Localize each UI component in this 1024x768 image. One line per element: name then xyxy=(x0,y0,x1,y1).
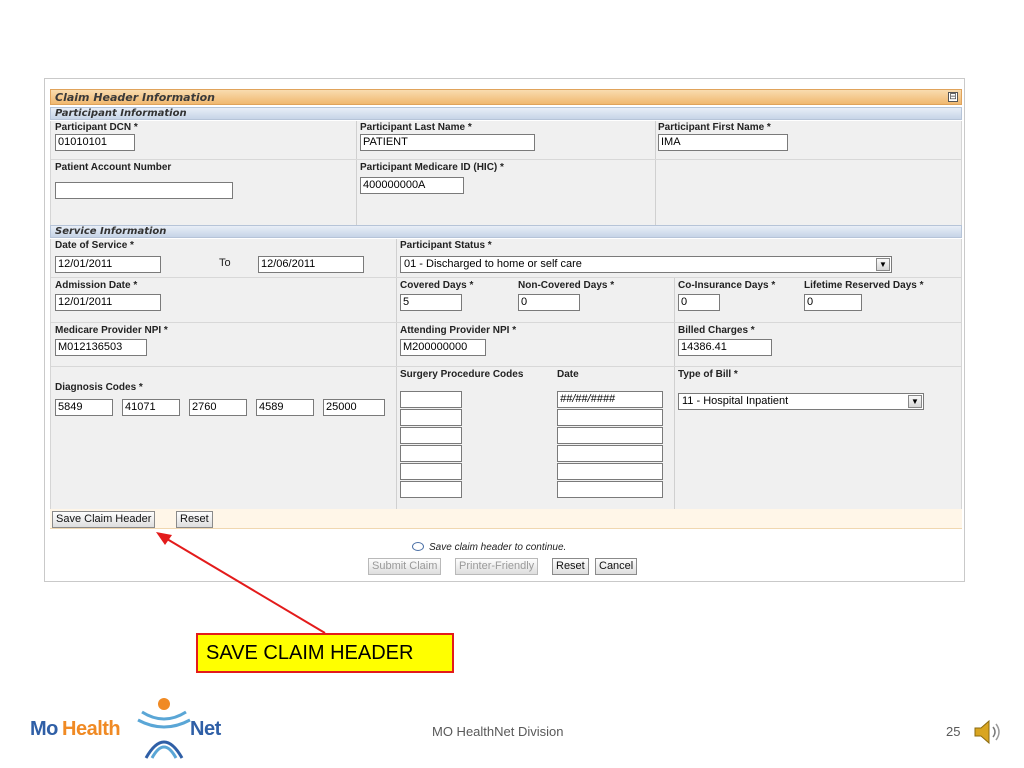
type-of-bill-value: 11 - Hospital Inpatient xyxy=(682,395,789,407)
reset-header-button[interactable]: Reset xyxy=(176,511,213,528)
attending-provider-npi-input[interactable]: M200000000 xyxy=(400,339,486,356)
printer-friendly-button[interactable]: Printer-Friendly xyxy=(455,558,539,575)
participant-first-name-label: Participant First Name * xyxy=(658,122,771,133)
dropdown-arrow-icon: ▼ xyxy=(908,395,922,408)
date-of-service-label: Date of Service * xyxy=(55,240,134,251)
cancel-button[interactable]: Cancel xyxy=(595,558,638,575)
patient-account-input[interactable] xyxy=(55,182,233,199)
date-of-service-from-input[interactable]: 12/01/2011 xyxy=(55,256,161,273)
admission-date-input[interactable]: 12/01/2011 xyxy=(55,294,161,311)
surgery-date-input[interactable] xyxy=(557,445,663,462)
person-icon xyxy=(137,698,191,759)
type-of-bill-label: Type of Bill * xyxy=(678,369,738,380)
participant-first-name-input[interactable]: IMA xyxy=(658,134,788,151)
service-section-header: Service Information xyxy=(50,225,962,238)
diagnosis-code-input[interactable]: 41071 xyxy=(122,399,180,416)
slide: Claim Header Information ⊟ Participant I… xyxy=(0,0,1024,768)
type-of-bill-select[interactable]: 11 - Hospital Inpatient ▼ xyxy=(678,393,924,410)
lifetime-reserved-days-input[interactable]: 0 xyxy=(804,294,862,311)
submit-claim-button[interactable]: Submit Claim xyxy=(368,558,442,575)
info-icon xyxy=(412,542,424,551)
diagnosis-code-input[interactable]: 5849 xyxy=(55,399,113,416)
save-claim-header-button[interactable]: Save Claim Header xyxy=(52,511,156,528)
surgery-code-input[interactable] xyxy=(400,445,462,462)
save-claim-header-callout: SAVE CLAIM HEADER xyxy=(196,633,454,673)
speaker-icon[interactable] xyxy=(972,718,1004,746)
lifetime-reserved-days-label: Lifetime Reserved Days * xyxy=(804,280,924,291)
non-covered-days-input[interactable]: 0 xyxy=(518,294,580,311)
service-section-title: Service Information xyxy=(55,226,167,237)
to-label: To xyxy=(219,257,231,269)
claim-header-title-bar: Claim Header Information ⊟ xyxy=(50,89,962,105)
medicare-provider-npi-label: Medicare Provider NPI * xyxy=(55,325,168,336)
medicare-id-input[interactable]: 400000000A xyxy=(360,177,464,194)
medicare-id-label: Participant Medicare ID (HIC) * xyxy=(360,162,504,173)
surgery-date-input[interactable] xyxy=(557,409,663,426)
collapse-icon[interactable]: ⊟ xyxy=(948,92,958,102)
claim-header-panel: Claim Header Information ⊟ Participant I… xyxy=(44,78,965,582)
surgery-date-input[interactable] xyxy=(557,481,663,498)
medicare-provider-npi-input[interactable]: M012136503 xyxy=(55,339,147,356)
service-section-body: Date of Service * 12/01/2011 To 12/06/20… xyxy=(50,239,962,509)
date-of-service-to-input[interactable]: 12/06/2011 xyxy=(258,256,364,273)
billed-charges-input[interactable]: 14386.41 xyxy=(678,339,772,356)
surgery-code-input[interactable] xyxy=(400,481,462,498)
patient-account-label: Patient Account Number xyxy=(55,162,172,173)
billed-charges-label: Billed Charges * xyxy=(678,325,755,336)
surgery-procedure-codes-label: Surgery Procedure Codes xyxy=(400,369,524,380)
attending-provider-npi-label: Attending Provider NPI * xyxy=(400,325,517,336)
surgery-code-input[interactable] xyxy=(400,427,462,444)
covered-days-input[interactable]: 5 xyxy=(400,294,462,311)
surgery-date-label: Date xyxy=(557,369,579,380)
footer-division: MO HealthNet Division xyxy=(432,724,564,739)
mohealthnet-logo: Mo Health Net xyxy=(30,696,250,760)
surgery-date-input[interactable]: ##/##/#### xyxy=(557,391,663,408)
dropdown-arrow-icon: ▼ xyxy=(876,258,890,271)
reset-claim-button[interactable]: Reset xyxy=(552,558,589,575)
participant-status-value: 01 - Discharged to home or self care xyxy=(404,258,582,270)
participant-dcn-label: Participant DCN * xyxy=(55,122,138,133)
surgery-code-input[interactable] xyxy=(400,463,462,480)
participant-section-body: Participant DCN * 01010101 Participant L… xyxy=(50,121,962,225)
surgery-date-input[interactable] xyxy=(557,463,663,480)
co-insurance-days-label: Co-Insurance Days * xyxy=(678,280,776,291)
participant-status-select[interactable]: 01 - Discharged to home or self care ▼ xyxy=(400,256,892,273)
admission-date-label: Admission Date * xyxy=(55,280,138,291)
header-button-bar: Save Claim Header Reset xyxy=(50,509,962,529)
participant-last-name-input[interactable]: PATIENT xyxy=(360,134,535,151)
diagnosis-codes-label: Diagnosis Codes * xyxy=(55,382,143,393)
participant-last-name-label: Participant Last Name * xyxy=(360,122,472,133)
diagnosis-code-input[interactable]: 25000 xyxy=(323,399,385,416)
surgery-code-input[interactable] xyxy=(400,409,462,426)
participant-status-label: Participant Status * xyxy=(400,240,492,251)
save-hint: Save claim header to continue. xyxy=(412,542,566,553)
surgery-date-input[interactable] xyxy=(557,427,663,444)
claim-header-title: Claim Header Information xyxy=(55,91,215,104)
non-covered-days-label: Non-Covered Days * xyxy=(518,280,615,291)
co-insurance-days-input[interactable]: 0 xyxy=(678,294,720,311)
page-number: 25 xyxy=(946,724,961,739)
diagnosis-code-input[interactable]: 4589 xyxy=(256,399,314,416)
covered-days-label: Covered Days * xyxy=(400,280,474,291)
participant-dcn-input[interactable]: 01010101 xyxy=(55,134,135,151)
save-hint-text: Save claim header to continue. xyxy=(429,542,567,553)
surgery-code-input[interactable] xyxy=(400,391,462,408)
participant-section-title: Participant Information xyxy=(55,108,187,119)
participant-section-header: Participant Information xyxy=(50,107,962,120)
diagnosis-code-input[interactable]: 2760 xyxy=(189,399,247,416)
